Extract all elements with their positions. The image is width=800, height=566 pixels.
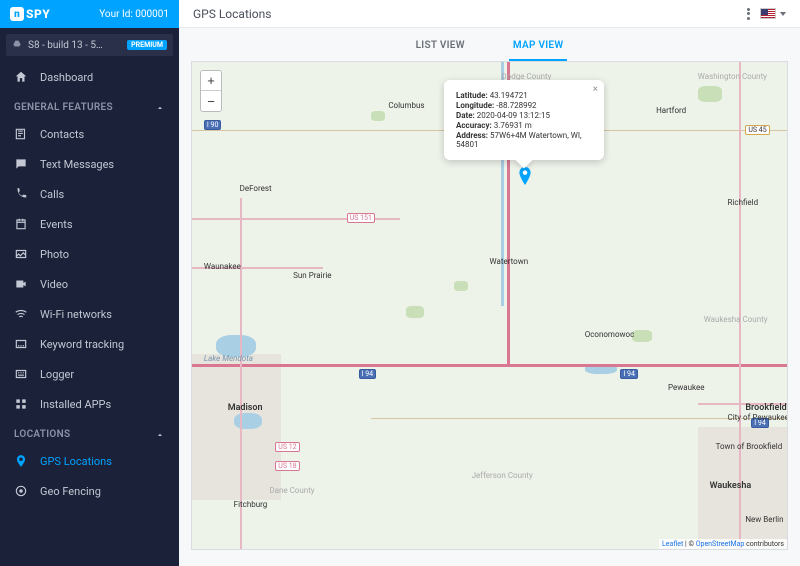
nav-label: Calls: [40, 188, 64, 201]
apps-icon: [14, 397, 28, 411]
gps-icon: [14, 454, 28, 468]
nav-geo-fencing[interactable]: Geo Fencing: [0, 476, 179, 506]
nav-messages[interactable]: Text Messages: [0, 149, 179, 179]
nav-label: Dashboard: [40, 71, 93, 84]
nav-wifi[interactable]: Wi-Fi networks: [0, 299, 179, 329]
page-title: GPS Locations: [193, 7, 271, 21]
menu-kebab-icon[interactable]: [747, 8, 750, 20]
events-icon: [14, 217, 28, 231]
topbar: GPS Locations: [179, 0, 800, 28]
calls-icon: [14, 187, 28, 201]
brand-name: SPY: [26, 7, 50, 21]
nav-section-general[interactable]: GENERAL FEATURES: [0, 92, 179, 119]
nav-events[interactable]: Events: [0, 209, 179, 239]
contacts-icon: [14, 127, 28, 141]
nav-label: Text Messages: [40, 158, 114, 171]
sidebar: n SPY Your Id: 000001 S8 - build 13 - 5……: [0, 0, 179, 566]
location-popup: × Latitude: 43.194721 Longitude: -88.728…: [444, 80, 604, 160]
nav-keyword[interactable]: Keyword tracking: [0, 329, 179, 359]
premium-badge: PREMIUM: [127, 40, 167, 50]
brand-logo[interactable]: n SPY: [10, 7, 50, 21]
nav-label: Logger: [40, 368, 74, 381]
nav-section-locations[interactable]: LOCATIONS: [0, 419, 179, 446]
wifi-icon: [14, 307, 28, 321]
tab-list-view[interactable]: LIST VIEW: [412, 40, 469, 61]
zoom-control: + −: [200, 70, 222, 112]
nav-label: Keyword tracking: [40, 338, 124, 351]
device-selector[interactable]: S8 - build 13 - 5… PREMIUM: [6, 34, 173, 56]
android-icon: [12, 39, 22, 52]
keyword-icon: [14, 337, 28, 351]
video-icon: [14, 277, 28, 291]
brand-mark-icon: n: [10, 7, 24, 21]
geo-icon: [14, 484, 28, 498]
nav-gps-locations[interactable]: GPS Locations: [0, 446, 179, 476]
caret-down-icon: [780, 12, 786, 16]
nav-label: Photo: [40, 248, 69, 261]
close-icon[interactable]: ×: [593, 84, 598, 95]
messages-icon: [14, 157, 28, 171]
chevron-up-icon: [155, 430, 165, 440]
photo-icon: [14, 247, 28, 261]
user-id-label: Your Id: 000001: [99, 9, 169, 20]
nav-logger[interactable]: Logger: [0, 359, 179, 389]
home-icon: [14, 70, 28, 84]
nav-apps[interactable]: Installed APPs: [0, 389, 179, 419]
nav-label: Geo Fencing: [40, 485, 101, 498]
nav-label: Contacts: [40, 128, 84, 141]
nav-calls[interactable]: Calls: [0, 179, 179, 209]
nav-label: Wi-Fi networks: [40, 308, 112, 321]
nav-label: Video: [40, 278, 68, 291]
nav-dashboard[interactable]: Dashboard: [0, 62, 179, 92]
map-pin-icon[interactable]: [518, 167, 532, 181]
main-content: GPS Locations LIST VIEW MAP VIEW: [179, 0, 800, 566]
nav-label: Events: [40, 218, 73, 231]
logger-icon: [14, 367, 28, 381]
view-tabs: LIST VIEW MAP VIEW: [179, 28, 800, 61]
nav-label: GPS Locations: [40, 455, 112, 468]
nav-photo[interactable]: Photo: [0, 239, 179, 269]
nav-video[interactable]: Video: [0, 269, 179, 299]
language-selector[interactable]: [760, 8, 786, 19]
sidebar-brand-bar: n SPY Your Id: 000001: [0, 0, 179, 28]
tab-map-view[interactable]: MAP VIEW: [509, 40, 568, 61]
nav-contacts[interactable]: Contacts: [0, 119, 179, 149]
device-name: S8 - build 13 - 5…: [28, 40, 103, 51]
map-attribution: Leaflet | © OpenStreetMap contributors: [659, 539, 787, 549]
map[interactable]: I 90 I 94 I 94 I 94 US 151 US 12 US 18 U…: [191, 61, 788, 550]
nav-label: Installed APPs: [40, 398, 111, 411]
leaflet-link[interactable]: Leaflet: [662, 540, 683, 548]
osm-link[interactable]: OpenStreetMap: [696, 540, 745, 548]
zoom-in-button[interactable]: +: [201, 71, 221, 91]
flag-us-icon: [760, 8, 776, 19]
chevron-up-icon: [155, 103, 165, 113]
zoom-out-button[interactable]: −: [201, 91, 221, 111]
